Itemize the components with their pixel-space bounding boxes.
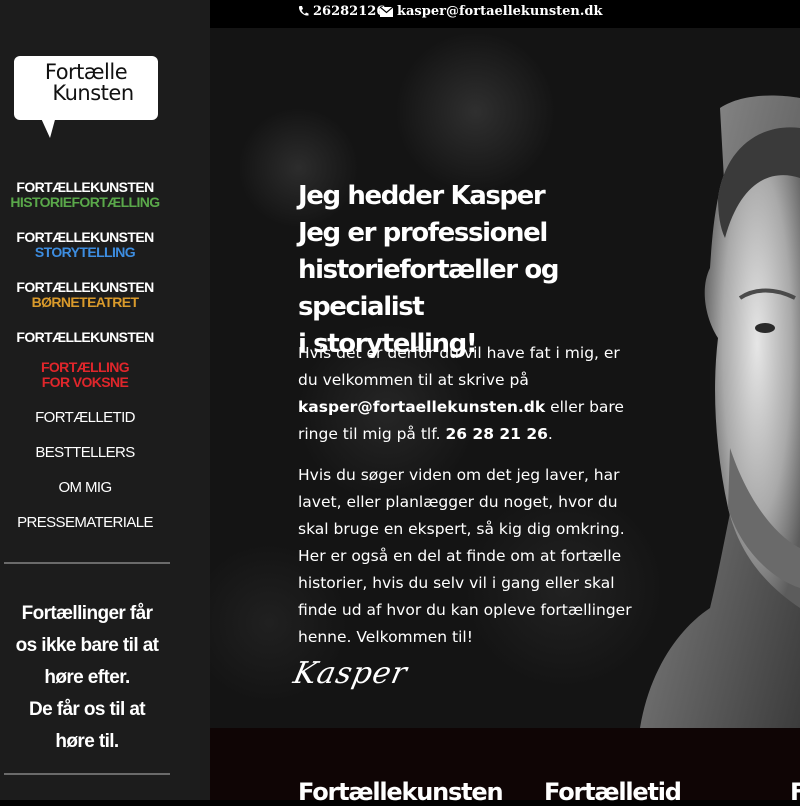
- phone-icon: [298, 6, 309, 16]
- sidebar-quote: Fortællinger får os ikke bare til at hør…: [0, 598, 174, 758]
- quote-line: De får os til at: [28, 699, 146, 720]
- hero-heading-line: Jeg hedder Kasper: [298, 181, 546, 211]
- nav-sub-label: BØRNETEATRET: [31, 294, 139, 310]
- contact-paragraph: Hvis det er derfor du vil have fat i mig…: [298, 340, 643, 448]
- logo-bubble-tail: [40, 116, 56, 138]
- main-navigation: FORTÆLLEKUNSTEN HISTORIEFORTÆLLING FORTÆ…: [0, 180, 170, 550]
- nav-sub-label: STORYTELLING: [34, 244, 136, 260]
- nav-brand-label: FORTÆLLEKUNSTEN: [16, 329, 154, 345]
- logo-text: Fortælle Kunsten: [14, 62, 158, 104]
- email-address: kasper@fortaellekunsten.dk: [397, 4, 603, 19]
- sidebar: Fortælle Kunsten FORTÆLLEKUNSTEN HISTORI…: [0, 0, 210, 800]
- footer-heading: Fortællekunsten: [298, 778, 504, 806]
- footer-heading: F: [790, 778, 800, 806]
- nav-sub-label: FORTÆLLING FOR VOKSNE: [40, 359, 130, 390]
- nav-brand-label: FORTÆLLEKUNSTEN: [16, 279, 154, 295]
- hero-heading-line: Jeg er professionel: [298, 218, 548, 248]
- hero-heading-line: historiefortæller og specialist: [298, 255, 559, 322]
- intro-paragraph: Hvis du søger viden om det jeg laver, ha…: [298, 466, 632, 646]
- paragraph-text: .: [547, 425, 553, 443]
- nav-item-boerneteatret[interactable]: FORTÆLLEKUNSTEN BØRNETEATRET: [0, 280, 170, 310]
- paragraph-text: Hvis det er derfor du vil have fat i mig…: [298, 344, 620, 389]
- sidebar-divider: [4, 773, 170, 775]
- contact-bar: 26282126 kasper@fortaellekunsten.dk: [210, 0, 800, 28]
- quote-line: Fortællinger får: [21, 603, 153, 624]
- site-logo[interactable]: Fortælle Kunsten: [14, 56, 158, 138]
- nav-item-historiefortaelling[interactable]: FORTÆLLEKUNSTEN HISTORIEFORTÆLLING: [0, 180, 170, 210]
- hero-email-link[interactable]: kasper@fortaellekunsten.dk: [298, 398, 545, 416]
- nav-item-besttellers[interactable]: BESTTELLERS: [0, 445, 170, 460]
- logo-line-1: Fortælle: [44, 60, 128, 84]
- nav-brand-label: FORTÆLLEKUNSTEN: [16, 179, 154, 195]
- logo-line-2: Kunsten: [52, 81, 134, 105]
- hero-heading: Jeg hedder Kasper Jeg er professionel hi…: [298, 178, 658, 363]
- signature: Kasper: [290, 656, 411, 691]
- nav-item-fortaelletid[interactable]: FORTÆLLETID: [0, 410, 170, 425]
- phone-number: 26282126: [313, 4, 386, 19]
- hero-phone-number[interactable]: 26 28 21 26: [445, 425, 547, 443]
- nav-item-pressemateriale[interactable]: PRESSEMATERIALE: [0, 515, 170, 530]
- nav-sub-label: HISTORIEFORTÆLLING: [10, 194, 160, 210]
- nav-item-fortaelling-for-voksne[interactable]: FORTÆLLEKUNSTEN FORTÆLLING FOR VOKSNE: [0, 330, 170, 390]
- phone-link[interactable]: 26282126: [298, 4, 385, 19]
- quote-line: høre efter.: [44, 667, 130, 688]
- envelope-icon: [379, 6, 394, 17]
- email-link[interactable]: kasper@fortaellekunsten.dk: [379, 4, 603, 19]
- nav-item-storytelling[interactable]: FORTÆLLEKUNSTEN STORYTELLING: [0, 230, 170, 260]
- footer-section: Fortællekunsten Fortælletid F: [210, 728, 800, 806]
- nav-brand-label: FORTÆLLEKUNSTEN: [16, 229, 154, 245]
- sidebar-divider: [4, 562, 170, 564]
- quote-line: os ikke bare til at: [15, 635, 159, 656]
- quote-line: høre til.: [55, 731, 119, 752]
- hero-section: Jeg hedder Kasper Jeg er professionel hi…: [210, 28, 800, 728]
- nav-item-om-mig[interactable]: OM MIG: [0, 480, 170, 495]
- footer-heading: Fortælletid: [544, 778, 682, 806]
